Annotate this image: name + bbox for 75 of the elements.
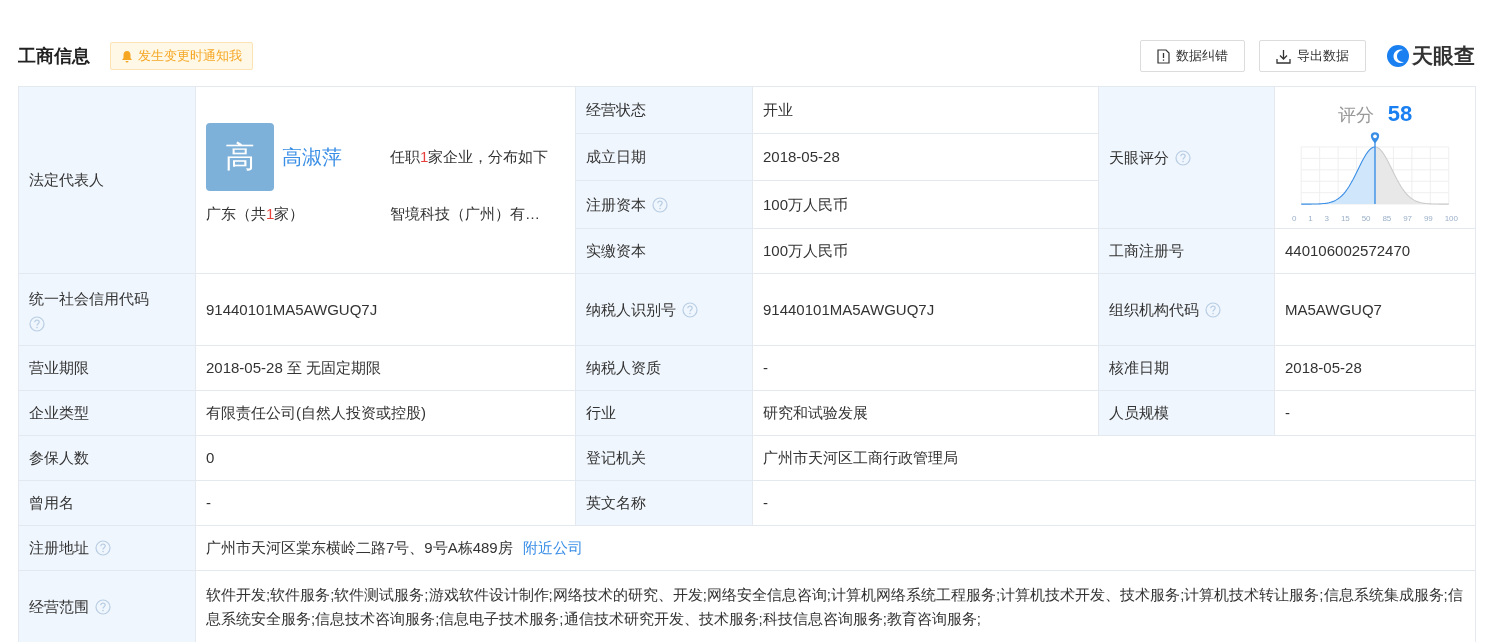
field-value: 2018-05-28 bbox=[763, 147, 840, 167]
field-value: 100万人民币 bbox=[763, 194, 849, 215]
avatar: 高 bbox=[206, 123, 274, 191]
field-label: 组织机构代码 bbox=[1109, 299, 1199, 320]
scale-label: 1 bbox=[1308, 213, 1313, 223]
export-button[interactable]: 导出数据 bbox=[1259, 40, 1366, 72]
field-label: 登记机关 bbox=[586, 448, 646, 468]
section-title: 工商信息 bbox=[18, 45, 90, 68]
field-value: - bbox=[206, 493, 211, 513]
field-label: 成立日期 bbox=[586, 147, 646, 167]
region-count: 广东（共1家） bbox=[206, 204, 306, 224]
field-value: 440106002572470 bbox=[1285, 241, 1411, 261]
field-label: 人员规模 bbox=[1109, 403, 1169, 423]
field-label: 实缴资本 bbox=[586, 241, 646, 261]
field-label: 注册资本 bbox=[586, 194, 646, 215]
help-icon[interactable] bbox=[29, 315, 45, 332]
field-value: MA5AWGUQ7 bbox=[1285, 299, 1382, 320]
field-value: 广州市天河区棠东横岭二路7号、9号A栋489房 附近公司 bbox=[206, 538, 583, 558]
document-alert-icon bbox=[1157, 48, 1170, 64]
scale-label: 3 bbox=[1324, 213, 1330, 223]
scale-label: 50 bbox=[1361, 213, 1371, 223]
scale-label: 99 bbox=[1423, 213, 1433, 223]
field-label: 纳税人资质 bbox=[586, 358, 661, 378]
field-value: 研究和试验发展 bbox=[763, 403, 868, 423]
field-value: 91440101MA5AWGUQ7J bbox=[206, 299, 378, 320]
help-icon[interactable] bbox=[1205, 301, 1221, 318]
field-label: 统一社会信用代码 bbox=[29, 288, 149, 309]
person-name-link[interactable]: 高淑萍 bbox=[282, 143, 382, 171]
score-title: 评分 bbox=[1337, 103, 1374, 127]
help-icon[interactable] bbox=[95, 598, 111, 615]
company-name: 智境科技（广州）有… bbox=[390, 204, 541, 224]
scale-label: 100 bbox=[1444, 213, 1458, 223]
logo-text: 天眼查 bbox=[1412, 43, 1475, 69]
report-error-button[interactable]: 数据纠错 bbox=[1140, 40, 1245, 72]
help-icon[interactable] bbox=[652, 196, 668, 213]
positions-summary: 任职1家企业，分布如下 bbox=[390, 147, 550, 167]
field-label: 营业期限 bbox=[29, 358, 89, 378]
notify-button[interactable]: 发生变更时通知我 bbox=[110, 42, 253, 70]
field-value: 100万人民币 bbox=[763, 241, 849, 261]
field-value: 91440101MA5AWGUQ7J bbox=[763, 299, 935, 320]
nearby-companies-link[interactable]: 附近公司 bbox=[522, 539, 583, 556]
field-value: - bbox=[1285, 403, 1290, 423]
field-value: 有限责任公司(自然人投资或控股) bbox=[206, 403, 426, 423]
field-label: 行业 bbox=[586, 403, 616, 423]
scale-label: 15 bbox=[1340, 213, 1350, 223]
scale-label: 0 bbox=[1292, 213, 1297, 223]
field-value: 2018-05-28 至 无固定期限 bbox=[206, 358, 382, 378]
scale-label: 85 bbox=[1382, 213, 1392, 223]
field-label: 天眼评分 bbox=[1109, 147, 1169, 168]
field-label: 注册地址 bbox=[29, 538, 89, 558]
scale-label: 97 bbox=[1403, 213, 1413, 223]
score-value: 58 bbox=[1387, 100, 1413, 127]
field-value: 软件开发;软件服务;软件测试服务;游戏软件设计制作;网络技术的研究、开发;网络安全信息咨询;计算机网络系统工程服务;计算机技术开发、技术服务;计算机技术转让服务;信息系统集成服务;信息系统安全服务;信息技术咨询服务;信息电子技术服务;通信技术研究开发、技术服务;科技信息咨询服务;教育咨询服务; bbox=[206, 584, 1464, 629]
field-label: 工商注册号 bbox=[1109, 241, 1184, 261]
field-label: 曾用名 bbox=[29, 493, 74, 513]
field-value: 开业 bbox=[763, 100, 793, 120]
field-value: - bbox=[763, 493, 768, 513]
field-value: 2018-05-28 bbox=[1285, 358, 1362, 378]
logo-icon bbox=[1386, 44, 1410, 68]
bell-icon bbox=[121, 49, 133, 63]
download-icon bbox=[1276, 48, 1291, 64]
field-label: 参保人数 bbox=[29, 448, 89, 468]
field-label: 企业类型 bbox=[29, 403, 89, 423]
field-label: 纳税人识别号 bbox=[586, 299, 676, 320]
help-icon[interactable] bbox=[1175, 149, 1191, 166]
help-icon[interactable] bbox=[682, 301, 698, 318]
field-value: - bbox=[763, 358, 768, 378]
field-label: 法定代表人 bbox=[29, 170, 104, 190]
field-label: 经营状态 bbox=[586, 100, 646, 120]
field-label: 经营范围 bbox=[29, 596, 89, 617]
field-value: 广州市天河区工商行政管理局 bbox=[763, 448, 958, 468]
field-label: 核准日期 bbox=[1109, 358, 1169, 378]
field-label: 英文名称 bbox=[586, 493, 646, 513]
field-value: 0 bbox=[206, 448, 215, 468]
help-icon[interactable] bbox=[95, 540, 111, 556]
